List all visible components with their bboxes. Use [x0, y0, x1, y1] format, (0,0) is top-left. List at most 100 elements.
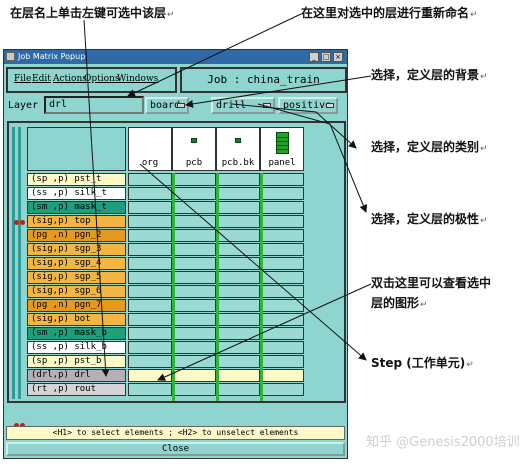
matrix-cell-pcb-bk[interactable] — [216, 229, 260, 242]
menu-windows[interactable]: Windows — [117, 74, 158, 84]
layer-row[interactable]: (pg ,n) pgn_7 — [27, 299, 337, 313]
layer-row[interactable]: (sig,p) sgp_6 — [27, 285, 337, 299]
menu-actions[interactable]: Actions — [53, 74, 87, 84]
layer-row[interactable]: (sp ,p) pst_b — [27, 355, 337, 369]
matrix-cell-org[interactable] — [128, 243, 172, 256]
menu-file[interactable]: File — [14, 74, 31, 84]
matrix-cell-org[interactable] — [128, 173, 172, 186]
matrix-cell-pcb[interactable] — [172, 243, 216, 256]
layer-name-cell[interactable]: (sp ,p) pst_t — [27, 173, 126, 186]
matrix-cell-org[interactable] — [128, 327, 172, 340]
layer-row[interactable]: (drl,p) drl — [27, 369, 337, 383]
layer-name-cell[interactable]: (pg ,n) pgn_2 — [27, 229, 126, 242]
layer-name-cell[interactable]: (sp ,p) pst_b — [27, 355, 126, 368]
layer-name-cell[interactable]: (rt ,p) rout — [27, 383, 126, 396]
matrix-cell-panel[interactable] — [260, 201, 304, 214]
matrix-cell-panel[interactable] — [260, 285, 304, 298]
matrix-cell-pcb[interactable] — [172, 313, 216, 326]
layer-name-cell[interactable]: (sig,p) top — [27, 215, 126, 228]
matrix-cell-pcb[interactable] — [172, 341, 216, 354]
matrix-cell-pcb-bk[interactable] — [216, 341, 260, 354]
layer-name-cell[interactable]: (drl,p) drl — [27, 369, 126, 382]
layer-name-cell[interactable]: (sig,p) sgp_4 — [27, 257, 126, 270]
layer-row[interactable]: (sig,p) top — [27, 215, 337, 229]
matrix-cell-panel[interactable] — [260, 341, 304, 354]
title-bar[interactable]: Job Matrix Popup _ □ × — [4, 50, 347, 64]
matrix-cell-pcb[interactable] — [172, 173, 216, 186]
matrix-cell-panel[interactable] — [260, 187, 304, 200]
matrix-cell-panel[interactable] — [260, 243, 304, 256]
matrix-cell-org[interactable] — [128, 187, 172, 200]
layer-row[interactable]: (rt ,p) rout — [27, 383, 337, 397]
matrix-cell-pcb-bk[interactable] — [216, 383, 260, 396]
matrix-cell-panel[interactable] — [260, 229, 304, 242]
matrix-cell-panel[interactable] — [260, 327, 304, 340]
matrix-cell-panel[interactable] — [260, 299, 304, 312]
layer-name-cell[interactable]: (sig,p) sgp_5 — [27, 271, 126, 284]
layer-row[interactable]: (sp ,p) pst_t — [27, 173, 337, 187]
matrix-cell-panel[interactable] — [260, 257, 304, 270]
layer-row[interactable]: (sig,p) sgp_4 — [27, 257, 337, 271]
matrix-cell-pcb-bk[interactable] — [216, 243, 260, 256]
close-button[interactable]: Close — [6, 442, 345, 456]
context-select[interactable]: board — [145, 97, 189, 114]
matrix-cell-pcb-bk[interactable] — [216, 327, 260, 340]
close-window-button[interactable]: × — [333, 52, 343, 62]
matrix-cell-pcb-bk[interactable] — [216, 173, 260, 186]
matrix-cell-pcb[interactable] — [172, 215, 216, 228]
layer-name-cell[interactable]: (sm ,p) mask_b — [27, 327, 126, 340]
matrix-cell-pcb-bk[interactable] — [216, 313, 260, 326]
matrix-cell-pcb-bk[interactable] — [216, 215, 260, 228]
minimize-button[interactable]: _ — [309, 52, 319, 62]
matrix-cell-org[interactable] — [128, 341, 172, 354]
step-header-pcb-bk[interactable]: pcb.bk — [216, 127, 260, 171]
matrix-cell-pcb[interactable] — [172, 271, 216, 284]
matrix-cell-pcb-bk[interactable] — [216, 355, 260, 368]
matrix-cell-org[interactable] — [128, 201, 172, 214]
layer-row[interactable]: (sig,p) sgp_3 — [27, 243, 337, 257]
layer-name-cell[interactable]: (sm ,p) mask_t — [27, 201, 126, 214]
maximize-button[interactable]: □ — [321, 52, 331, 62]
matrix-cell-org[interactable] — [128, 355, 172, 368]
matrix-cell-org[interactable] — [128, 383, 172, 396]
matrix-cell-panel[interactable] — [260, 369, 304, 382]
matrix-cell-pcb-bk[interactable] — [216, 187, 260, 200]
layer-row[interactable]: (sm ,p) mask_t — [27, 201, 337, 215]
step-header-org[interactable]: org — [128, 127, 172, 171]
layer-name-cell[interactable]: (ss ,p) silk_t — [27, 187, 126, 200]
matrix-cell-panel[interactable] — [260, 271, 304, 284]
matrix-cell-org[interactable] — [128, 369, 172, 382]
matrix-cell-panel[interactable] — [260, 173, 304, 186]
matrix-cell-pcb[interactable] — [172, 369, 216, 382]
matrix-cell-org[interactable] — [128, 285, 172, 298]
layer-row[interactable]: (sig,p) sgp_5 — [27, 271, 337, 285]
layer-name-cell[interactable]: (sig,p) sgp_6 — [27, 285, 126, 298]
layer-row[interactable]: (pg ,n) pgn_2 — [27, 229, 337, 243]
layer-name-cell[interactable]: (pg ,n) pgn_7 — [27, 299, 126, 312]
matrix-cell-panel[interactable] — [260, 215, 304, 228]
matrix-cell-org[interactable] — [128, 229, 172, 242]
layer-name-cell[interactable]: (sig,p) sgp_3 — [27, 243, 126, 256]
matrix-cell-pcb[interactable] — [172, 383, 216, 396]
layer-row[interactable]: (ss ,p) silk_t — [27, 187, 337, 201]
type-select[interactable]: drill — [211, 97, 275, 114]
matrix-cell-pcb-bk[interactable] — [216, 201, 260, 214]
matrix-cell-pcb-bk[interactable] — [216, 299, 260, 312]
matrix-cell-panel[interactable] — [260, 313, 304, 326]
layer-row[interactable]: (ss ,p) silk_b — [27, 341, 337, 355]
matrix-cell-pcb-bk[interactable] — [216, 285, 260, 298]
layer-row[interactable]: (sig,p) bot — [27, 313, 337, 327]
matrix-cell-org[interactable] — [128, 215, 172, 228]
step-header-panel[interactable]: panel — [260, 127, 304, 171]
step-header-pcb[interactable]: pcb — [172, 127, 216, 171]
menu-options[interactable]: Options — [84, 74, 119, 84]
layer-name-cell[interactable]: (ss ,p) silk_b — [27, 341, 126, 354]
matrix-cell-org[interactable] — [128, 271, 172, 284]
matrix-cell-pcb-bk[interactable] — [216, 257, 260, 270]
layer-name-cell[interactable]: (sig,p) bot — [27, 313, 126, 326]
matrix-cell-org[interactable] — [128, 313, 172, 326]
matrix-cell-pcb[interactable] — [172, 229, 216, 242]
matrix-cell-pcb[interactable] — [172, 299, 216, 312]
matrix-cell-org[interactable] — [128, 257, 172, 270]
matrix-cell-panel[interactable] — [260, 355, 304, 368]
